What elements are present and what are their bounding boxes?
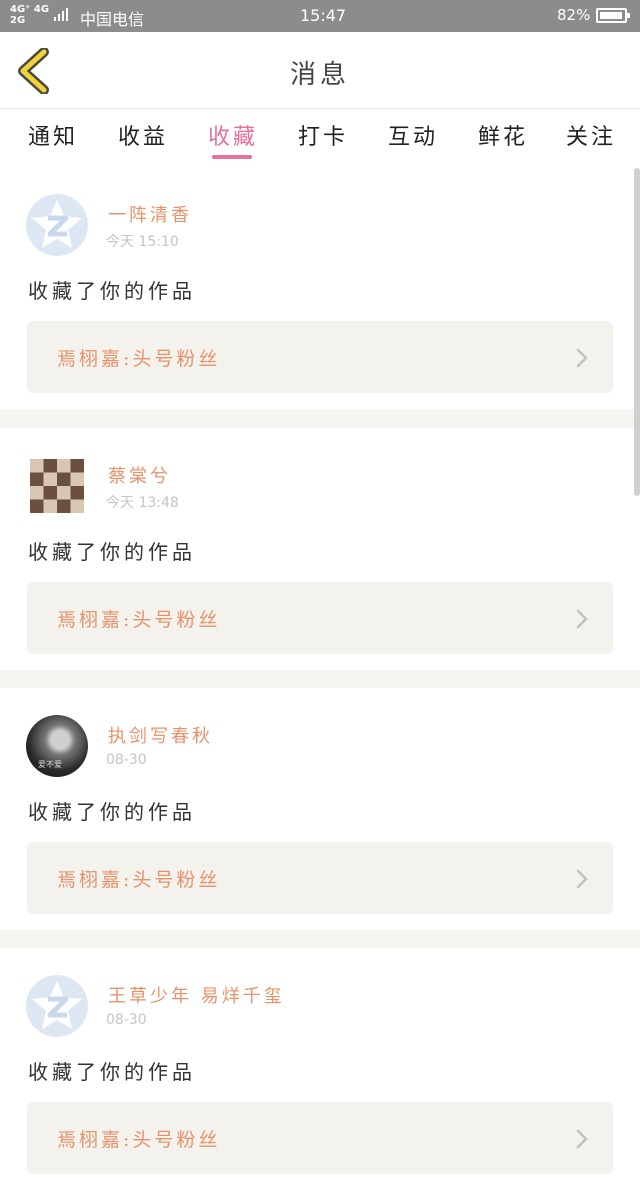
message-card: 爱不爱 执剑写春秋 08-30 收藏了你的作品 焉栩嘉:头号粉丝 <box>0 688 640 930</box>
default-avatar-icon <box>32 200 82 248</box>
signal-icon <box>54 8 68 21</box>
status-bar: 4G⁺ 4G 2G 中国电信 15:47 82% <box>0 0 640 32</box>
network-indicator: 4G⁺ 4G 2G <box>10 4 50 26</box>
avatar[interactable] <box>30 459 84 513</box>
work-link[interactable]: 焉栩嘉:头号粉丝 <box>27 321 613 393</box>
message-card: 王草少年 易烊千玺 08-30 收藏了你的作品 焉栩嘉:头号粉丝 <box>0 948 640 1190</box>
tab-flowers[interactable]: 鲜花 <box>478 119 528 151</box>
scrollbar[interactable] <box>634 168 640 496</box>
chevron-right-icon <box>576 1129 588 1149</box>
user-name[interactable]: 王草少年 易烊千玺 <box>108 982 285 1008</box>
action-text: 收藏了你的作品 <box>28 540 196 564</box>
battery-icon <box>596 8 630 23</box>
avatar[interactable]: 爱不爱 <box>26 715 88 777</box>
message-card: 一阵清香 今天 15:10 收藏了你的作品 焉栩嘉:头号粉丝 <box>0 167 640 409</box>
avatar[interactable] <box>26 975 88 1037</box>
carrier-label: 中国电信 <box>80 10 145 29</box>
work-title: 焉栩嘉:头号粉丝 <box>57 348 221 370</box>
tab-favorites[interactable]: 收藏 <box>208 119 258 159</box>
avatar[interactable] <box>26 194 88 256</box>
tab-earnings[interactable]: 收益 <box>118 119 168 151</box>
work-link[interactable]: 焉栩嘉:头号粉丝 <box>27 582 613 654</box>
action-text: 收藏了你的作品 <box>28 800 196 824</box>
clock: 15:47 <box>300 6 347 25</box>
tab-interactions[interactable]: 互动 <box>388 119 438 151</box>
work-link[interactable]: 焉栩嘉:头号粉丝 <box>27 842 613 914</box>
timestamp: 今天 13:48 <box>106 495 179 511</box>
work-link[interactable]: 焉栩嘉:头号粉丝 <box>27 1102 613 1174</box>
avatar-caption: 爱不爱 <box>38 760 62 769</box>
page-title: 消息 <box>289 60 350 90</box>
user-name[interactable]: 一阵清香 <box>108 201 192 227</box>
chevron-right-icon <box>576 348 588 368</box>
action-text: 收藏了你的作品 <box>28 1060 196 1084</box>
work-title: 焉栩嘉:头号粉丝 <box>57 609 221 631</box>
timestamp: 08-30 <box>106 1012 147 1028</box>
battery-percent: 82% <box>557 6 591 24</box>
work-title: 焉栩嘉:头号粉丝 <box>57 869 221 891</box>
default-avatar-icon <box>32 981 82 1029</box>
chevron-right-icon <box>576 869 588 889</box>
timestamp: 08-30 <box>106 752 147 768</box>
timestamp: 今天 15:10 <box>106 234 179 250</box>
action-text: 收藏了你的作品 <box>28 279 196 303</box>
tab-checkin[interactable]: 打卡 <box>298 119 348 151</box>
work-title: 焉栩嘉:头号粉丝 <box>57 1129 221 1151</box>
tab-follow[interactable]: 关注 <box>566 119 616 151</box>
message-card: 蔡棠兮 今天 13:48 收藏了你的作品 焉栩嘉:头号粉丝 <box>0 428 640 670</box>
header-bar: 消息 <box>0 32 640 109</box>
user-name[interactable]: 蔡棠兮 <box>108 462 171 488</box>
message-list: 一阵清香 今天 15:10 收藏了你的作品 焉栩嘉:头号粉丝 蔡棠兮 今天 13… <box>0 167 640 1190</box>
chevron-right-icon <box>576 609 588 629</box>
tab-notifications[interactable]: 通知 <box>28 119 78 151</box>
user-name[interactable]: 执剑写春秋 <box>108 722 213 748</box>
tab-bar: 通知 收益 收藏 打卡 互动 鲜花 关注 <box>0 109 640 167</box>
